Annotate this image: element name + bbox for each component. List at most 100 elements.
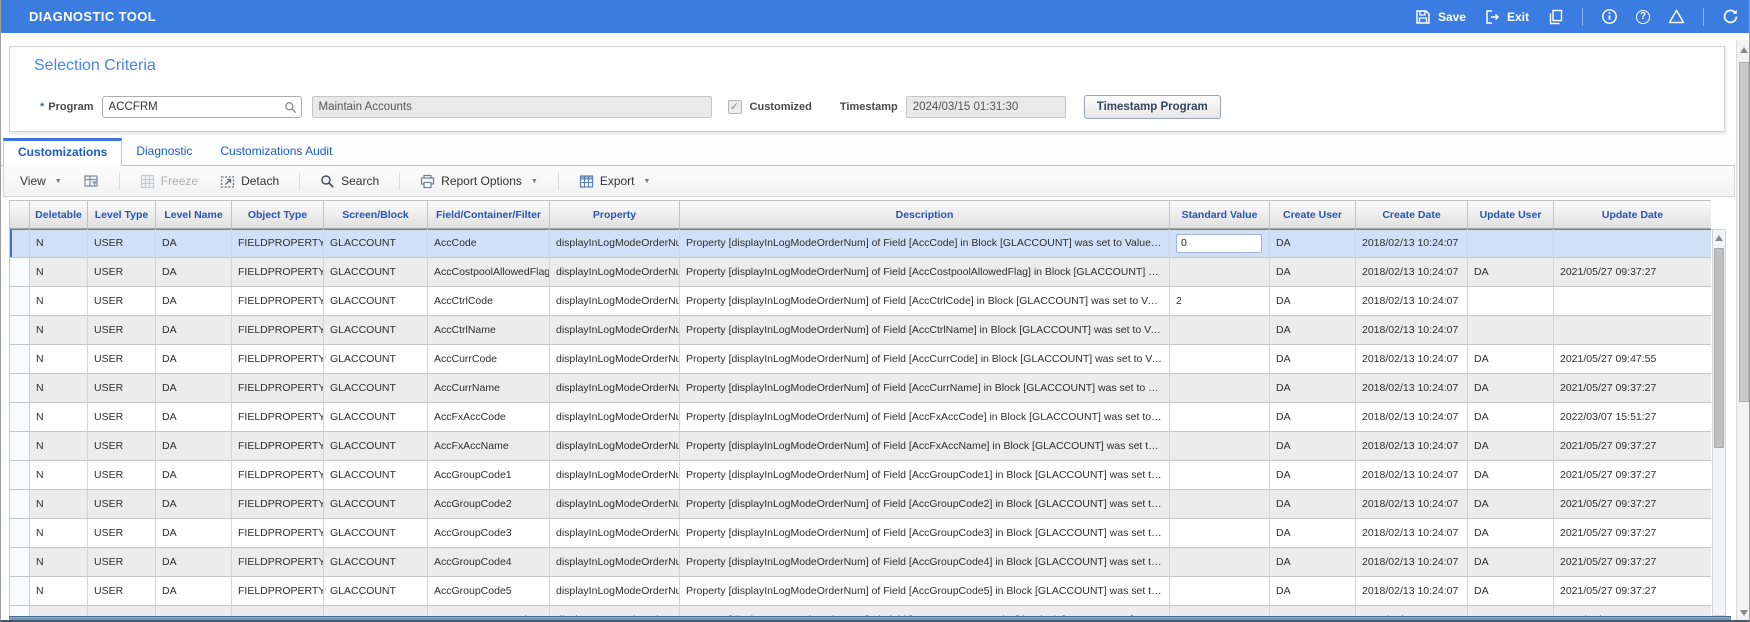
info-icon[interactable] xyxy=(1601,8,1618,25)
top-bar: DIAGNOSTIC TOOL Save Exit ? xyxy=(1,0,1749,33)
export-button[interactable]: Export ▼ xyxy=(573,171,657,192)
cell-level_type: USER xyxy=(88,577,156,606)
row-selector-cell[interactable] xyxy=(10,316,30,345)
refresh-icon[interactable] xyxy=(1722,8,1739,25)
view-menu-button[interactable]: View ▼ xyxy=(14,171,68,191)
cell-update_user: DA xyxy=(1468,403,1554,432)
table-row[interactable]: N USER DA FIELDPROPERTY GLACCOUNT AccCode disp… xyxy=(10,229,1711,258)
cell-object_type: FIELDPROPERTY xyxy=(232,229,324,258)
cell-screen_block: GLACCOUNT xyxy=(324,374,428,403)
detach-button[interactable]: Detach xyxy=(214,171,285,192)
row-selector-cell[interactable] xyxy=(10,548,30,577)
cell-create_date: 2018/02/13 10:24:07 xyxy=(1356,374,1468,403)
cell-create_user: DA xyxy=(1270,490,1356,519)
tab-customizations-audit[interactable]: Customizations Audit xyxy=(206,139,346,165)
table-row[interactable]: N USER DA FIELDPROPERTY GLACCOUNT AccGroupCod… xyxy=(10,461,1711,490)
column-header-update_user[interactable]: Update User xyxy=(1468,201,1554,228)
table-row[interactable]: N USER DA FIELDPROPERTY GLACCOUNT AccCtrlName… xyxy=(10,316,1711,345)
row-selector-cell[interactable] xyxy=(10,432,30,461)
column-header-level_name[interactable]: Level Name xyxy=(156,201,232,228)
cell-level_name: DA xyxy=(156,374,232,403)
table-row[interactable]: N USER DA FIELDPROPERTY GLACCOUNT AccCostpool… xyxy=(10,258,1711,287)
column-header-object_type[interactable]: Object Type xyxy=(232,201,324,228)
page-scrollbar-thumb[interactable] xyxy=(1739,62,1749,402)
row-selector-cell[interactable] xyxy=(10,577,30,606)
column-header-standard_value[interactable]: Standard Value xyxy=(1170,201,1270,228)
program-search-icon[interactable] xyxy=(283,100,298,115)
column-header-screen_block[interactable]: Screen/Block xyxy=(324,201,428,228)
cell-level_name: DA xyxy=(156,432,232,461)
column-header-property[interactable]: Property xyxy=(550,201,680,228)
table-row[interactable]: N USER DA FIELDPROPERTY GLACCOUNT AccCurrCode… xyxy=(10,345,1711,374)
top-bar-actions: Save Exit ? xyxy=(1415,7,1749,26)
copy-pages-icon[interactable] xyxy=(1547,8,1564,25)
save-button[interactable]: Save xyxy=(1415,8,1466,25)
row-selector-cell[interactable] xyxy=(10,403,30,432)
table-row[interactable]: N USER DA FIELDPROPERTY GLACCOUNT AccCurrName… xyxy=(10,374,1711,403)
table-row[interactable]: N USER DA FIELDPROPERTY GLACCOUNT AccFxAccCod… xyxy=(10,403,1711,432)
cell-update_date xyxy=(1554,316,1711,345)
cell-standard_value xyxy=(1170,229,1270,258)
cell-create_date: 2018/02/13 10:24:07 xyxy=(1356,606,1468,616)
row-selector-cell[interactable] xyxy=(10,229,30,258)
table-row[interactable]: N USER DA FIELDPROPERTY GLACCOUNT AccGroupCod… xyxy=(10,519,1711,548)
table-row[interactable]: N USER DA FIELDPROPERTY GLACCOUNT AccGroupCod… xyxy=(10,577,1711,606)
row-selector-cell[interactable] xyxy=(10,461,30,490)
table-row[interactable]: N USER DA FIELDPROPERTY GLACCOUNT AccGroupCod… xyxy=(10,548,1711,577)
tab-customizations[interactable]: Customizations xyxy=(3,138,123,166)
column-header-field[interactable]: Field/Container/Filter xyxy=(428,201,550,228)
search-button[interactable]: Search xyxy=(314,171,385,192)
help-icon[interactable]: ? xyxy=(1636,9,1650,24)
column-header-description[interactable]: Description xyxy=(680,201,1170,228)
cell-deletable: N xyxy=(30,606,88,616)
cell-update_date: 2021/05/27 09:37:27 xyxy=(1554,374,1711,403)
row-selector-cell[interactable] xyxy=(10,258,30,287)
page-scrollbar[interactable] xyxy=(1736,40,1749,620)
cell-deletable: N xyxy=(30,403,88,432)
cell-description: Property [displayInLogModeOrderNum] of F… xyxy=(680,316,1170,345)
column-header-deletable[interactable]: Deletable xyxy=(30,201,88,228)
row-selector-cell[interactable] xyxy=(10,287,30,316)
table-scrollbar-thumb[interactable] xyxy=(1714,248,1724,448)
cell-create_user: DA xyxy=(1270,606,1356,616)
column-header-create_date[interactable]: Create Date xyxy=(1356,201,1468,228)
row-selector-cell[interactable] xyxy=(10,519,30,548)
horizontal-scrollbar[interactable] xyxy=(9,616,1731,620)
search-label: Search xyxy=(341,174,380,188)
tab-diagnostic[interactable]: Diagnostic xyxy=(122,139,206,165)
timestamp-program-button[interactable]: Timestamp Program xyxy=(1083,95,1221,119)
selection-criteria-form: * Program Maintain Accounts ✓ Customized… xyxy=(40,95,1221,119)
cell-level_type: USER xyxy=(88,403,156,432)
cell-object_type: FIELDPROPERTY xyxy=(232,345,324,374)
scroll-up-arrow-icon[interactable] xyxy=(1715,235,1723,241)
cell-property: displayInLogModeOrderNum xyxy=(550,490,680,519)
cell-description: Property [displayInLogModeOrderNum] of F… xyxy=(680,606,1170,616)
cell-object_type: FIELDPROPERTY xyxy=(232,403,324,432)
column-header-update_date[interactable]: Update Date xyxy=(1554,201,1711,228)
table-row[interactable]: N USER DA FIELDPROPERTY GLACCOUNT AccCtrlCode… xyxy=(10,287,1711,316)
cell-update_date: 2021/05/27 09:47:55 xyxy=(1554,345,1711,374)
cell-screen_block: GLACCOUNT xyxy=(324,229,428,258)
column-header-level_type[interactable]: Level Type xyxy=(88,201,156,228)
row-selector-cell[interactable] xyxy=(10,606,30,616)
scroll-down-arrow-icon[interactable] xyxy=(1740,610,1748,616)
cell-create_date: 2018/02/13 10:24:07 xyxy=(1356,432,1468,461)
standard-value-input[interactable] xyxy=(1176,233,1262,253)
table-row[interactable]: N USER DA FIELDPROPERTY GLACCOUNT AccFxAccNam… xyxy=(10,432,1711,461)
report-options-button[interactable]: Report Options ▼ xyxy=(414,171,544,192)
query-by-example-button[interactable] xyxy=(78,171,105,192)
row-selector-cell[interactable] xyxy=(10,374,30,403)
row-selector-cell[interactable] xyxy=(10,490,30,519)
table-scrollbar[interactable] xyxy=(1712,229,1726,616)
cell-field: AccInterCompAccFlag xyxy=(428,606,550,616)
column-header-create_user[interactable]: Create User xyxy=(1270,201,1356,228)
program-input[interactable] xyxy=(101,96,302,118)
warning-icon[interactable] xyxy=(1668,8,1685,25)
row-selector-cell[interactable] xyxy=(10,345,30,374)
exit-button[interactable]: Exit xyxy=(1484,8,1529,25)
cell-property: displayInLogModeOrderNum xyxy=(550,519,680,548)
cell-create_user: DA xyxy=(1270,461,1356,490)
table-row[interactable]: N USER DA FIELDPROPERTY GLACCOUNT AccGroupCod… xyxy=(10,490,1711,519)
table-row[interactable]: NUSERDAFIELDPROPERTYGLACCOUNTAccInterCom… xyxy=(10,606,1711,616)
scroll-up-arrow-icon[interactable] xyxy=(1740,47,1748,53)
